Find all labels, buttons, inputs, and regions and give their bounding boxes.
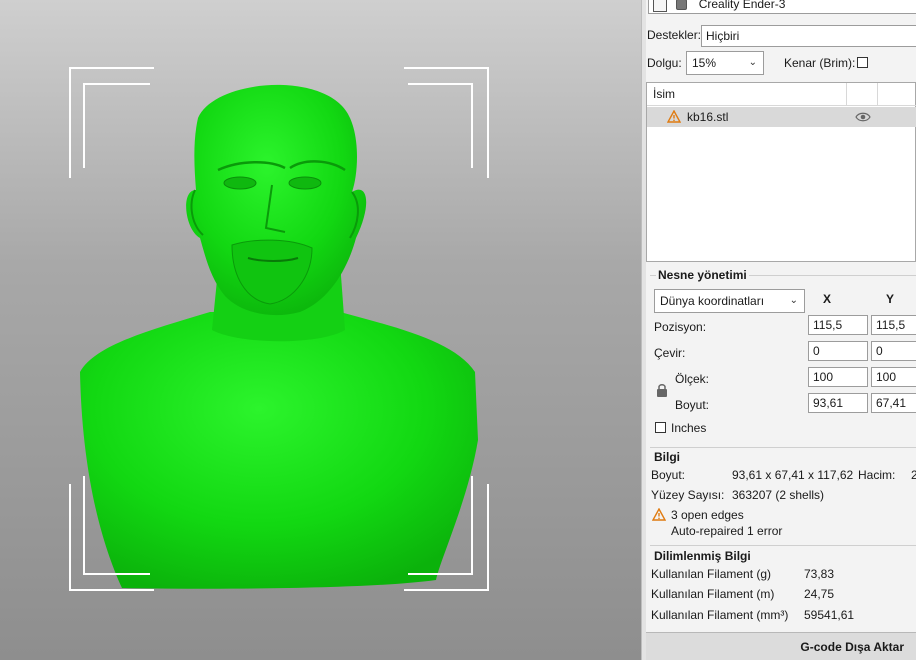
position-x-field[interactable]: 115,5 <box>808 315 868 335</box>
lock-icon[interactable] <box>656 383 668 398</box>
scale-x-value: 100 <box>813 370 834 384</box>
lock-icon <box>676 0 688 11</box>
rotate-y-value: 0 <box>876 344 883 358</box>
printer-icon <box>653 0 667 12</box>
object-name: kb16.stl <box>687 110 729 124</box>
inches-checkbox[interactable] <box>655 422 666 433</box>
sliced-info-title: Dilimlenmiş Bilgi <box>654 549 751 563</box>
list-item[interactable]: kb16.stl <box>647 107 916 127</box>
supports-label: Destekler: <box>647 28 702 42</box>
coordinate-system-combo[interactable]: Dünya koordinatları ⌄ <box>654 289 805 313</box>
facets-label: Yüzey Sayısı: <box>651 488 725 502</box>
supports-value: Hiçbiri <box>706 29 740 43</box>
3d-viewport[interactable] <box>0 0 641 660</box>
bust-model[interactable] <box>0 0 641 660</box>
facets-value: 363207 (2 shells) <box>732 488 825 502</box>
rotate-x-value: 0 <box>813 344 820 358</box>
infill-combo[interactable]: 15% ⌄ <box>686 51 764 75</box>
supports-combo[interactable]: Hiçbiri <box>701 25 916 47</box>
size-x-field[interactable]: 93,61 <box>808 393 868 413</box>
infill-value: 15% <box>692 56 717 70</box>
filament-m-value: 24,75 <box>804 587 835 601</box>
sidebar-panel: Creality Ender-3 Destekler: Hiçbiri Dolg… <box>646 0 916 660</box>
column-name-header[interactable]: İsim <box>653 87 675 101</box>
scale-y-field[interactable]: 100 <box>871 367 916 387</box>
brim-checkbox[interactable] <box>857 57 868 68</box>
filament-mm3-value: 59541,61 <box>804 608 855 622</box>
chevron-down-icon: ⌄ <box>789 295 798 306</box>
inches-label: Inches <box>671 421 707 435</box>
eye-icon[interactable] <box>855 111 871 123</box>
info-volume-label: Hacim: <box>858 468 896 482</box>
position-label: Pozisyon: <box>654 320 707 334</box>
object-manipulation-title: Nesne yönetimi <box>656 268 749 282</box>
export-gcode-button[interactable]: G-code Dışa Aktar <box>646 632 916 660</box>
scale-y-value: 100 <box>876 370 897 384</box>
filament-g-value: 73,83 <box>804 567 835 581</box>
info-title: Bilgi <box>654 450 680 464</box>
scale-label: Ölçek: <box>675 372 710 386</box>
filament-g-label: Kullanılan Filament (g) <box>651 567 772 581</box>
coordinate-system-value: Dünya koordinatları <box>660 294 765 308</box>
filament-m-label: Kullanılan Filament (m) <box>651 587 775 601</box>
warning-icon <box>652 508 666 521</box>
rotate-label: Çevir: <box>654 346 686 360</box>
rotate-x-field[interactable]: 0 <box>808 341 868 361</box>
chevron-down-icon: ⌄ <box>748 57 757 68</box>
rotate-y-field[interactable]: 0 <box>871 341 916 361</box>
size-label: Boyut: <box>675 398 710 412</box>
position-y-value: 115,5 <box>876 318 906 332</box>
printer-combo[interactable]: Creality Ender-3 <box>648 0 916 14</box>
size-y-field[interactable]: 67,41 <box>871 393 916 413</box>
info-size-label: Boyut: <box>651 468 686 482</box>
object-list-header: İsim <box>647 83 916 106</box>
size-y-value: 67,41 <box>876 396 907 410</box>
info-size-value: 93,61 x 67,41 x 117,62 <box>732 468 854 482</box>
y-column-header: Y <box>886 292 895 306</box>
warning-open-edges: 3 open edges <box>671 508 744 522</box>
warning-auto-repaired: Auto-repaired 1 error <box>671 524 783 538</box>
position-y-field[interactable]: 115,5 <box>871 315 916 335</box>
position-x-value: 115,5 <box>813 318 843 332</box>
infill-label: Dolgu: <box>647 56 682 70</box>
x-column-header: X <box>823 292 832 306</box>
printer-name: Creality Ender-3 <box>698 0 786 11</box>
scale-x-field[interactable]: 100 <box>808 367 868 387</box>
size-x-value: 93,61 <box>813 396 844 410</box>
info-volume-value: 2 <box>911 468 916 482</box>
filament-mm3-label: Kullanılan Filament (mm³) <box>651 608 789 622</box>
warning-icon <box>667 110 681 123</box>
object-list[interactable]: İsim kb16.stl <box>646 82 916 262</box>
brim-label: Kenar (Brim): <box>784 56 856 70</box>
